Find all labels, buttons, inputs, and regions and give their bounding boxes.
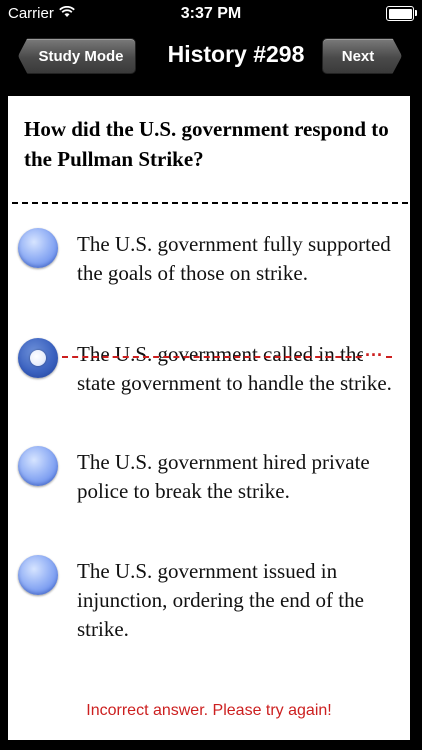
selected-dot-icon [30, 350, 46, 366]
navigation-bar: Study Mode History #298 Next [0, 28, 422, 84]
feedback-message: Incorrect answer. Please try again! [86, 702, 332, 719]
radio-button-selected[interactable] [18, 338, 58, 378]
answer-text: The U.S. government issued in injunction… [77, 559, 364, 641]
radio-button[interactable] [18, 228, 58, 268]
radio-button[interactable] [18, 446, 58, 486]
answer-text: The U.S. government fully supported the … [77, 232, 391, 285]
question-text: How did the U.S. government respond to t… [24, 117, 389, 171]
study-mode-button[interactable]: Study Mode [18, 38, 136, 74]
answer-text: The U.S. government hired private police… [77, 450, 370, 503]
page-title: History #298 [167, 41, 305, 67]
strikethrough-trail: ... [363, 340, 384, 361]
status-time: 3:37 PM [180, 5, 242, 22]
question-card: How did the U.S. government respond to t… [8, 96, 410, 740]
answer-text: The U.S. government called in the state … [77, 342, 392, 395]
status-bar: Carrier 3:37 PM [0, 0, 422, 28]
battery-full-icon [386, 6, 417, 21]
strikethrough-line [62, 356, 392, 358]
radio-button[interactable] [18, 555, 58, 595]
question-divider [12, 202, 408, 204]
next-button[interactable]: Next [322, 38, 402, 74]
